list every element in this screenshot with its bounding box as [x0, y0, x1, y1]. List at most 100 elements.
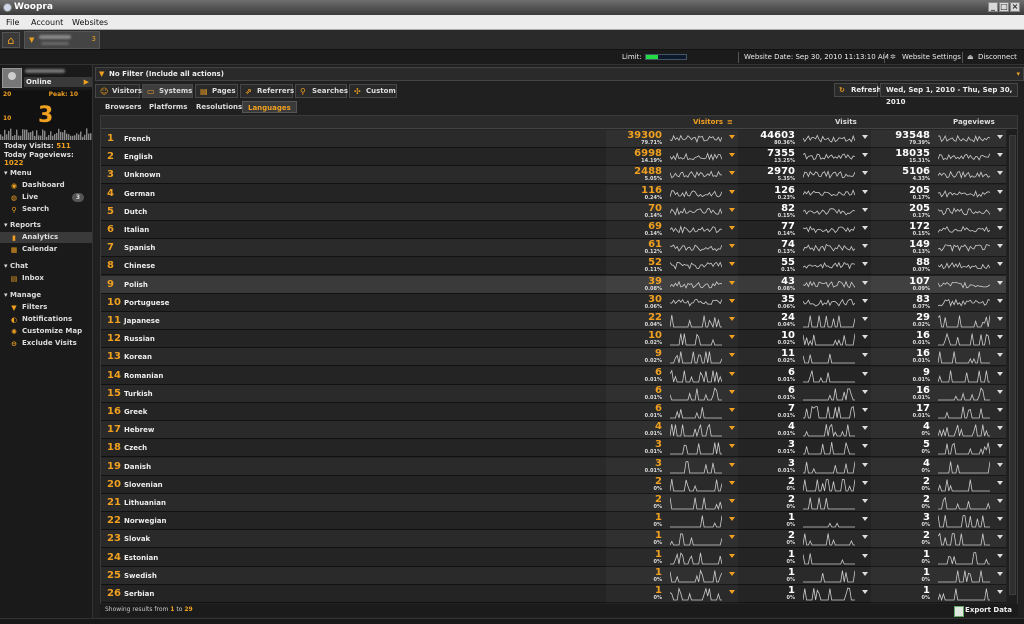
row-dropdown-icon[interactable] — [862, 153, 868, 158]
vertical-scrollbar[interactable] — [1007, 129, 1017, 604]
row-dropdown-icon[interactable] — [729, 280, 735, 285]
row-dropdown-icon[interactable] — [997, 444, 1003, 449]
table-row[interactable]: 7 Spanish 61 0.12% 74 0.13% 149 0.13% — [101, 239, 1006, 258]
tab-custom[interactable]: ✣ Custom — [349, 84, 397, 98]
row-dropdown-icon[interactable] — [862, 480, 868, 485]
row-dropdown-icon[interactable] — [729, 207, 735, 212]
row-dropdown-icon[interactable] — [729, 153, 735, 158]
row-dropdown-icon[interactable] — [997, 171, 1003, 176]
table-row[interactable]: 24 Estonian 1 0% 1 0% 1 0% — [101, 548, 1006, 567]
row-dropdown-icon[interactable] — [862, 262, 868, 267]
table-row[interactable]: 22 Norwegian 1 0% 1 0% 3 0% — [101, 512, 1006, 531]
table-row[interactable]: 4 German 116 0.24% 126 0.23% 205 0.17% — [101, 184, 1006, 203]
website-tab[interactable]: ▼ 3 — [24, 31, 100, 49]
row-dropdown-icon[interactable] — [729, 499, 735, 503]
table-row[interactable]: 19 Danish 3 0.01% 3 0.01% 4 0% — [101, 457, 1006, 476]
table-row[interactable]: 2 English 6998 14.19% 7355 13.25% 18035 15.31% — [101, 148, 1006, 167]
tab-referrers[interactable]: ⇗ Referrers — [240, 84, 294, 98]
row-dropdown-icon[interactable] — [862, 298, 868, 303]
row-dropdown-icon[interactable] — [997, 317, 1003, 321]
row-dropdown-icon[interactable] — [997, 207, 1003, 212]
row-dropdown-icon[interactable] — [862, 371, 868, 376]
row-dropdown-icon[interactable] — [862, 280, 868, 285]
sidebar-item-search[interactable]: ⚲ Search — [0, 204, 92, 215]
row-dropdown-icon[interactable] — [729, 553, 735, 558]
sidebar-item-exclude-visits[interactable]: ⊖ Exclude Visits — [0, 338, 92, 349]
sidebar-item-notifications[interactable]: ◐ Notifications — [0, 314, 92, 325]
subtab-resolutions[interactable]: Resolutions — [191, 101, 247, 113]
row-dropdown-icon[interactable] — [729, 571, 735, 576]
table-row[interactable]: 13 Korean 9 0.02% 11 0.02% 16 0.01% — [101, 348, 1006, 367]
row-dropdown-icon[interactable] — [997, 553, 1003, 558]
row-dropdown-icon[interactable] — [997, 189, 1003, 194]
tab-searches[interactable]: ⚲ Searches — [295, 84, 348, 98]
row-dropdown-icon[interactable] — [729, 226, 735, 230]
disconnect-button[interactable]: Disconnect — [978, 53, 1017, 61]
table-row[interactable]: 8 Chinese 52 0.11% 55 0.1% 88 0.07% — [101, 257, 1006, 276]
row-dropdown-icon[interactable] — [997, 353, 1003, 358]
row-dropdown-icon[interactable] — [997, 298, 1003, 303]
row-dropdown-icon[interactable] — [862, 189, 868, 194]
row-dropdown-icon[interactable] — [729, 171, 735, 176]
row-dropdown-icon[interactable] — [729, 371, 735, 376]
chevron-down-icon[interactable]: ▾ — [1016, 70, 1020, 78]
row-dropdown-icon[interactable] — [862, 444, 868, 449]
sidebar-item-dashboard[interactable]: ◉ Dashboard — [0, 180, 92, 191]
table-row[interactable]: 16 Greek 6 0.01% 7 0.01% 17 0.01% — [101, 403, 1006, 421]
row-dropdown-icon[interactable] — [862, 408, 868, 412]
table-row[interactable]: 1 French 39300 79.71% 44603 80.36% 93548 79.39% — [101, 130, 1006, 148]
row-dropdown-icon[interactable] — [997, 371, 1003, 376]
tab-visitors[interactable]: ☺ Visitors — [95, 84, 142, 98]
row-dropdown-icon[interactable] — [729, 335, 735, 340]
reports-section-header[interactable]: ▾ Reports — [4, 221, 41, 229]
row-dropdown-icon[interactable] — [729, 298, 735, 303]
row-dropdown-icon[interactable] — [997, 389, 1003, 394]
row-dropdown-icon[interactable] — [729, 317, 735, 321]
row-dropdown-icon[interactable] — [862, 171, 868, 176]
row-dropdown-icon[interactable] — [729, 389, 735, 394]
table-row[interactable]: 14 Romanian 6 0.01% 6 0.01% 9 0.01% — [101, 366, 1006, 385]
row-dropdown-icon[interactable] — [997, 517, 1003, 522]
row-dropdown-icon[interactable] — [997, 590, 1003, 594]
dropdown-icon[interactable]: ▼ — [29, 36, 34, 44]
row-dropdown-icon[interactable] — [862, 590, 868, 594]
menu-websites[interactable]: Websites — [72, 18, 108, 27]
row-dropdown-icon[interactable] — [862, 135, 868, 139]
table-row[interactable]: 5 Dutch 70 0.14% 82 0.15% 205 0.17% — [101, 202, 1006, 221]
subtab-languages[interactable]: Languages — [242, 101, 297, 113]
column-header-pageviews[interactable]: Pageviews — [953, 118, 995, 126]
row-dropdown-icon[interactable] — [862, 426, 868, 431]
sidebar-item-analytics[interactable]: ▮ Analytics — [0, 232, 92, 243]
refresh-button[interactable]: ↻ Refresh — [834, 83, 882, 97]
row-dropdown-icon[interactable] — [997, 462, 1003, 467]
manage-section-header[interactable]: ▾ Manage — [4, 291, 41, 299]
row-dropdown-icon[interactable] — [997, 153, 1003, 158]
row-dropdown-icon[interactable] — [862, 335, 868, 340]
row-dropdown-icon[interactable] — [997, 426, 1003, 431]
tab-systems[interactable]: ▭ Systems — [142, 84, 193, 98]
row-dropdown-icon[interactable] — [729, 262, 735, 267]
table-row[interactable]: 20 Slovenian 2 0% 2 0% 2 0% — [101, 475, 1006, 494]
minimize-button[interactable]: _ — [988, 2, 998, 12]
menu-section-header[interactable]: ▾ Menu — [4, 169, 32, 177]
row-dropdown-icon[interactable] — [997, 408, 1003, 412]
column-header-visits[interactable]: Visits — [835, 118, 857, 126]
table-row[interactable]: 15 Turkish 6 0.01% 6 0.01% 16 0.01% — [101, 384, 1006, 403]
row-dropdown-icon[interactable] — [729, 590, 735, 594]
table-row[interactable]: 9 Polish 39 0.08% 43 0.08% 107 0.09% — [101, 275, 1006, 294]
table-row[interactable]: 26 Serbian 1 0% 1 0% 1 0% — [101, 585, 1006, 603]
menu-file[interactable]: File — [6, 18, 19, 27]
table-row[interactable]: 10 Portuguese 30 0.06% 35 0.06% 83 0.07% — [101, 293, 1006, 312]
row-dropdown-icon[interactable] — [862, 499, 868, 503]
table-row[interactable]: 17 Hebrew 4 0.01% 4 0.01% 4 0% — [101, 421, 1006, 440]
row-dropdown-icon[interactable] — [862, 535, 868, 540]
row-dropdown-icon[interactable] — [862, 244, 868, 249]
table-row[interactable]: 6 Italian 69 0.14% 77 0.14% 172 0.15% — [101, 221, 1006, 239]
table-row[interactable]: 3 Unknown 2488 5.05% 2970 5.35% 5106 4.33% — [101, 166, 1006, 185]
row-dropdown-icon[interactable] — [862, 517, 868, 522]
row-dropdown-icon[interactable] — [729, 353, 735, 358]
sidebar-item-calendar[interactable]: ▦ Calendar — [0, 244, 92, 255]
row-dropdown-icon[interactable] — [729, 517, 735, 522]
row-dropdown-icon[interactable] — [997, 571, 1003, 576]
row-dropdown-icon[interactable] — [729, 135, 735, 139]
